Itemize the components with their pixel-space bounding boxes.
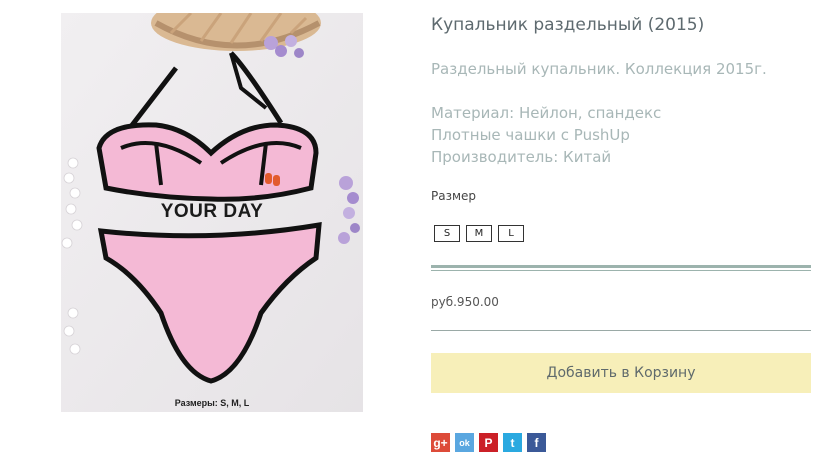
product-description-line: Плотные чашки с PushUp <box>431 126 630 144</box>
add-to-cart-button[interactable]: Добавить в Корзину <box>431 353 811 393</box>
size-option-s[interactable]: S <box>434 225 460 242</box>
odnoklassniki-icon[interactable]: ok <box>455 433 474 452</box>
google-plus-icon[interactable]: g+ <box>431 433 450 452</box>
image-watermark: YOUR DAY <box>160 201 264 222</box>
size-options: S M L <box>434 225 524 242</box>
size-label: Размер <box>431 189 477 203</box>
product-title: Купальник раздельный (2015) <box>431 15 705 35</box>
size-option-l[interactable]: L <box>498 225 524 242</box>
facebook-icon[interactable]: f <box>527 433 546 452</box>
divider <box>431 265 811 268</box>
image-caption: Размеры: S, M, L <box>174 398 250 408</box>
divider <box>431 270 811 271</box>
product-image: YOUR DAY Размеры: S, M, L <box>61 13 363 412</box>
size-option-m[interactable]: M <box>466 225 492 242</box>
share-buttons: g+ ok P t f <box>431 433 546 452</box>
pinterest-icon[interactable]: P <box>479 433 498 452</box>
product-description-line: Материал: Нейлон, спандекс <box>431 104 662 122</box>
twitter-icon[interactable]: t <box>503 433 522 452</box>
product-description-line: Производитель: Китай <box>431 148 612 166</box>
product-price: руб.950.00 <box>431 295 499 309</box>
product-description-line: Раздельный купальник. Коллекция 2015г. <box>431 60 767 78</box>
divider <box>431 330 811 331</box>
